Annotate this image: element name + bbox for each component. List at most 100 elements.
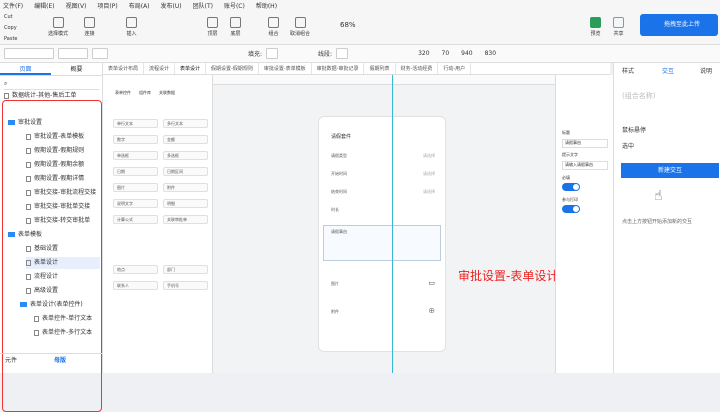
tab-masters[interactable]: 母版 <box>54 354 103 367</box>
component-item[interactable]: 数字 <box>113 135 158 144</box>
top-label: 顶层 <box>207 31 218 37</box>
select-mode-button[interactable]: 选择模式 <box>48 17 68 37</box>
tab-style[interactable]: 样式 <box>622 66 634 75</box>
tab-doc[interactable]: 假期设置-假期规则 <box>206 63 259 74</box>
tree-item-selected[interactable]: 表单设计 <box>26 257 100 269</box>
tree-folder[interactable]: 表单模板 <box>8 229 42 241</box>
preview-button[interactable]: 预览 <box>590 17 601 37</box>
tab-doc-active[interactable]: 表单设计 <box>175 63 207 74</box>
tab-doc[interactable]: 行动-用户 <box>438 63 472 74</box>
menu-team[interactable]: 团队(T) <box>193 1 213 10</box>
tab-widgets[interactable]: 元件 <box>0 354 54 367</box>
component-item[interactable]: 手机号 <box>163 281 208 290</box>
tab-doc[interactable]: 审批数据-审批记录 <box>312 63 365 74</box>
tree-item[interactable]: 审批交接-转交审批单 <box>26 215 90 227</box>
tree-item[interactable]: 表单控件-单行文本 <box>34 313 100 325</box>
component-item[interactable]: 多选框 <box>163 151 208 160</box>
required-toggle[interactable] <box>562 183 580 191</box>
tree-folder[interactable]: 表单设计(表单控件) <box>20 299 83 311</box>
component-item[interactable]: 单选框 <box>113 151 158 160</box>
event-label[interactable]: 鼠标悬停 <box>622 125 646 134</box>
new-interaction-button[interactable]: 新建交互 <box>621 163 719 178</box>
tab-doc[interactable]: 审批设置-表单模板 <box>259 63 312 74</box>
font-style-select[interactable] <box>58 48 88 59</box>
zoom-select[interactable]: 68% <box>340 21 356 29</box>
ungroup-button[interactable]: 取消组合 <box>290 17 310 37</box>
component-item[interactable]: 计算公式 <box>113 215 158 224</box>
menu-help[interactable]: 帮助(H) <box>256 1 277 10</box>
menu-edit[interactable]: 编辑(E) <box>34 1 54 10</box>
tree-item[interactable]: 高级设置 <box>26 285 58 297</box>
phone-mockup[interactable]: 请假套件 请假类型 请选择 开始时间 请选择 结束时间 请选择 时长 请假事由 … <box>318 116 446 352</box>
tab-component-lib[interactable]: 组件库 <box>139 90 151 96</box>
component-item[interactable]: 多行文本 <box>163 119 208 128</box>
menu-layout[interactable]: 布局(A) <box>129 1 150 10</box>
tree-item[interactable]: 审批交接-审批流程交接 <box>26 187 96 199</box>
title-input[interactable]: 请假事由 <box>562 139 608 148</box>
tree-folder[interactable]: 审批设置 <box>8 117 42 129</box>
group-button[interactable]: 组合 <box>268 17 279 37</box>
tab-doc[interactable]: 流程设计 <box>144 63 176 74</box>
component-item[interactable]: 附件 <box>163 183 208 192</box>
x-field[interactable]: 320 <box>418 50 429 57</box>
tree-label: 假期设置-假期规则 <box>34 147 85 154</box>
tab-pages[interactable]: 页面 <box>0 63 51 75</box>
cut-button[interactable]: Cut <box>4 14 13 20</box>
name-input[interactable]: (组合名称) <box>622 91 655 101</box>
tab-notes[interactable]: 说明 <box>700 66 712 75</box>
component-item[interactable]: 日期区间 <box>163 167 208 176</box>
share-button[interactable]: 共享 <box>613 17 624 37</box>
menu-view[interactable]: 视图(V) <box>66 1 87 10</box>
print-toggle[interactable] <box>562 205 580 213</box>
component-item[interactable]: 日期 <box>113 167 158 176</box>
tree-item[interactable]: 流程设计 <box>26 271 58 283</box>
component-item[interactable]: 金额 <box>163 135 208 144</box>
tab-doc[interactable]: 假期列表 <box>364 63 396 74</box>
tree-item[interactable]: 假期设置-假期详情 <box>26 173 84 185</box>
component-item[interactable]: 明细 <box>163 199 208 208</box>
font-family-select[interactable] <box>4 48 54 59</box>
tree-item[interactable]: 审批交接-审批单交接 <box>26 201 90 213</box>
component-item[interactable]: 联系人 <box>113 281 158 290</box>
bring-top-button[interactable]: 顶层 <box>207 17 218 37</box>
search-input[interactable]: ⌕ <box>4 80 99 90</box>
menu-account[interactable]: 账号(C) <box>224 1 245 10</box>
connect-button[interactable]: 连接 <box>84 17 95 37</box>
tab-doc[interactable]: 财务-活动经费 <box>396 63 439 74</box>
tab-related-data[interactable]: 关联数据 <box>159 90 175 96</box>
send-bottom-button[interactable]: 底层 <box>230 17 241 37</box>
component-item[interactable]: 单行文本 <box>113 119 158 128</box>
tab-interaction[interactable]: 交互 <box>662 66 674 75</box>
copy-button[interactable]: Copy <box>4 25 17 31</box>
menu-publish[interactable]: 发布(U) <box>161 1 182 10</box>
component-item[interactable]: 图片 <box>113 183 158 192</box>
case-label[interactable]: 选中 <box>622 141 634 150</box>
tree-item[interactable]: 审批设置-表单模板 <box>26 131 84 143</box>
fill-color-picker[interactable] <box>266 48 279 59</box>
tree-item[interactable]: 基础设置 <box>26 243 58 255</box>
component-item[interactable]: 地点 <box>113 265 158 274</box>
font-size-select[interactable] <box>92 48 108 59</box>
tab-doc[interactable]: 表单设计布局 <box>103 63 145 74</box>
tab-outline[interactable]: 概要 <box>51 63 102 75</box>
tab-form-controls[interactable]: 表单控件 <box>115 90 131 96</box>
component-item[interactable]: 部门 <box>163 265 208 274</box>
menu-file[interactable]: 文件(F) <box>3 1 23 10</box>
h-field[interactable]: 830 <box>485 50 496 57</box>
component-item[interactable]: 说明文字 <box>113 199 158 208</box>
group-icon <box>268 17 279 28</box>
menu-project[interactable]: 项目(P) <box>97 1 117 10</box>
add-circle-icon[interactable]: ⊕ <box>428 306 435 315</box>
border-color-picker[interactable] <box>336 48 349 59</box>
tree-item[interactable]: 假期设置-假期规则 <box>26 145 84 157</box>
hint-input[interactable]: 请输入请假事由 <box>562 161 608 170</box>
w-field[interactable]: 940 <box>461 50 472 57</box>
field-placeholder: 请选择 <box>423 153 435 158</box>
paste-button[interactable]: Paste <box>4 36 18 42</box>
tree-item[interactable]: 假期设置-假期余额 <box>26 159 84 171</box>
component-item[interactable]: 关联审批单 <box>163 215 208 224</box>
upload-button[interactable]: 拖拽至此上传 <box>640 14 718 36</box>
y-field[interactable]: 70 <box>442 50 450 57</box>
insert-button[interactable]: 插入 <box>126 17 137 37</box>
tree-item[interactable]: 表单控件-多行文本 <box>34 327 100 339</box>
